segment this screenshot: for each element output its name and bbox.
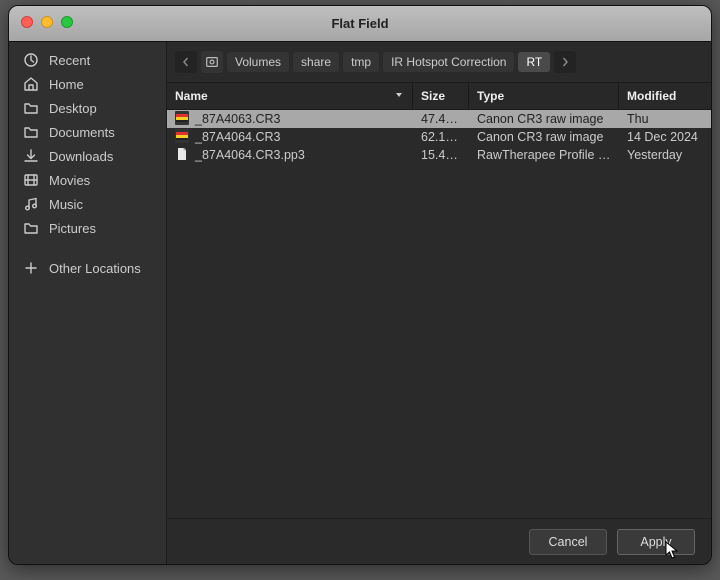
- file-icon: [175, 147, 189, 164]
- file-icon: [175, 111, 189, 128]
- nav-forward-button[interactable]: [554, 51, 576, 73]
- content-pane: VolumessharetmpIR Hotspot CorrectionRT N…: [167, 42, 711, 564]
- column-header-name[interactable]: Name: [167, 83, 413, 109]
- folder-icon: [23, 220, 39, 236]
- dialog-body: Recent Home Desktop Documents Downloads Movie…: [9, 42, 711, 564]
- column-label: Name: [175, 89, 208, 103]
- sidebar-item-movies[interactable]: Movies: [9, 168, 166, 192]
- file-table: Name Size Type Modified _87A4: [167, 82, 711, 518]
- file-name: _87A4064.CR3.pp3: [195, 148, 305, 162]
- column-label: Size: [421, 89, 445, 103]
- sidebar-item-recent[interactable]: Recent: [9, 48, 166, 72]
- path-segment[interactable]: tmp: [343, 52, 379, 72]
- sidebar-item-label: Music: [49, 197, 83, 212]
- plus-icon: [23, 260, 39, 276]
- clock-icon: [23, 52, 39, 68]
- sidebar-item-desktop[interactable]: Desktop: [9, 96, 166, 120]
- download-icon: [23, 148, 39, 164]
- column-header-type[interactable]: Type: [469, 83, 619, 109]
- file-size: 47.4 MB: [413, 112, 469, 126]
- table-row[interactable]: _87A4063.CR3 47.4 MBCanon CR3 raw imageTh…: [167, 110, 711, 128]
- sidebar-item-label: Pictures: [49, 221, 96, 236]
- music-icon: [23, 196, 39, 212]
- sidebar-item-other-locations[interactable]: Other Locations: [9, 256, 166, 280]
- window-title: Flat Field: [331, 16, 388, 31]
- film-icon: [23, 172, 39, 188]
- sidebar-item-label: Documents: [49, 125, 115, 140]
- sidebar: Recent Home Desktop Documents Downloads Movie…: [9, 42, 167, 564]
- file-icon: [175, 129, 189, 146]
- path-toolbar: VolumessharetmpIR Hotspot CorrectionRT: [167, 42, 711, 82]
- file-type: RawTherapee Profile Data: [469, 148, 619, 162]
- file-modified: Thu: [619, 112, 711, 126]
- file-modified: 14 Dec 2024: [619, 130, 711, 144]
- column-label: Type: [477, 89, 504, 103]
- path-segment[interactable]: Volumes: [227, 52, 289, 72]
- file-type: Canon CR3 raw image: [469, 130, 619, 144]
- folder-icon: [23, 100, 39, 116]
- file-type: Canon CR3 raw image: [469, 112, 619, 126]
- file-name: _87A4064.CR3: [195, 130, 280, 144]
- file-rows: _87A4063.CR3 47.4 MBCanon CR3 raw imageTh…: [167, 110, 711, 164]
- path-segment[interactable]: RT: [518, 52, 550, 72]
- titlebar: Flat Field: [9, 6, 711, 42]
- maximize-window-button[interactable]: [61, 16, 73, 28]
- sidebar-item-label: Desktop: [49, 101, 97, 116]
- dialog-footer: Cancel Apply: [167, 518, 711, 564]
- column-header-size[interactable]: Size: [413, 83, 469, 109]
- button-label: Cancel: [549, 535, 588, 549]
- sidebar-item-label: Other Locations: [49, 261, 141, 276]
- file-dialog-window: Flat Field Recent Home Desktop Documents Dow…: [8, 5, 712, 565]
- column-label: Modified: [627, 89, 676, 103]
- sidebar-item-downloads[interactable]: Downloads: [9, 144, 166, 168]
- disk-icon[interactable]: [201, 51, 223, 73]
- minimize-window-button[interactable]: [41, 16, 53, 28]
- table-row[interactable]: _87A4064.CR3 62.1 MBCanon CR3 raw image14…: [167, 128, 711, 146]
- sidebar-item-label: Movies: [49, 173, 90, 188]
- folder-icon: [23, 124, 39, 140]
- column-header-modified[interactable]: Modified: [619, 83, 711, 109]
- apply-button[interactable]: Apply: [617, 529, 695, 555]
- sidebar-item-music[interactable]: Music: [9, 192, 166, 216]
- table-row[interactable]: _87A4064.CR3.pp3 15.4 kBRawTherapee Profi…: [167, 146, 711, 164]
- file-modified: Yesterday: [619, 148, 711, 162]
- close-window-button[interactable]: [21, 16, 33, 28]
- sidebar-item-label: Home: [49, 77, 84, 92]
- nav-back-button[interactable]: [175, 51, 197, 73]
- cancel-button[interactable]: Cancel: [529, 529, 607, 555]
- path-segment[interactable]: IR Hotspot Correction: [383, 52, 514, 72]
- file-size: 15.4 kB: [413, 148, 469, 162]
- sidebar-item-label: Downloads: [49, 149, 113, 164]
- table-header: Name Size Type Modified: [167, 82, 711, 110]
- file-size: 62.1 MB: [413, 130, 469, 144]
- file-name: _87A4063.CR3: [195, 112, 280, 126]
- home-icon: [23, 76, 39, 92]
- button-label: Apply: [640, 535, 671, 549]
- sort-indicator-icon: [394, 89, 404, 103]
- sidebar-item-label: Recent: [49, 53, 90, 68]
- sidebar-item-home[interactable]: Home: [9, 72, 166, 96]
- sidebar-item-pictures[interactable]: Pictures: [9, 216, 166, 240]
- window-controls: [21, 16, 73, 28]
- sidebar-item-documents[interactable]: Documents: [9, 120, 166, 144]
- path-segment[interactable]: share: [293, 52, 339, 72]
